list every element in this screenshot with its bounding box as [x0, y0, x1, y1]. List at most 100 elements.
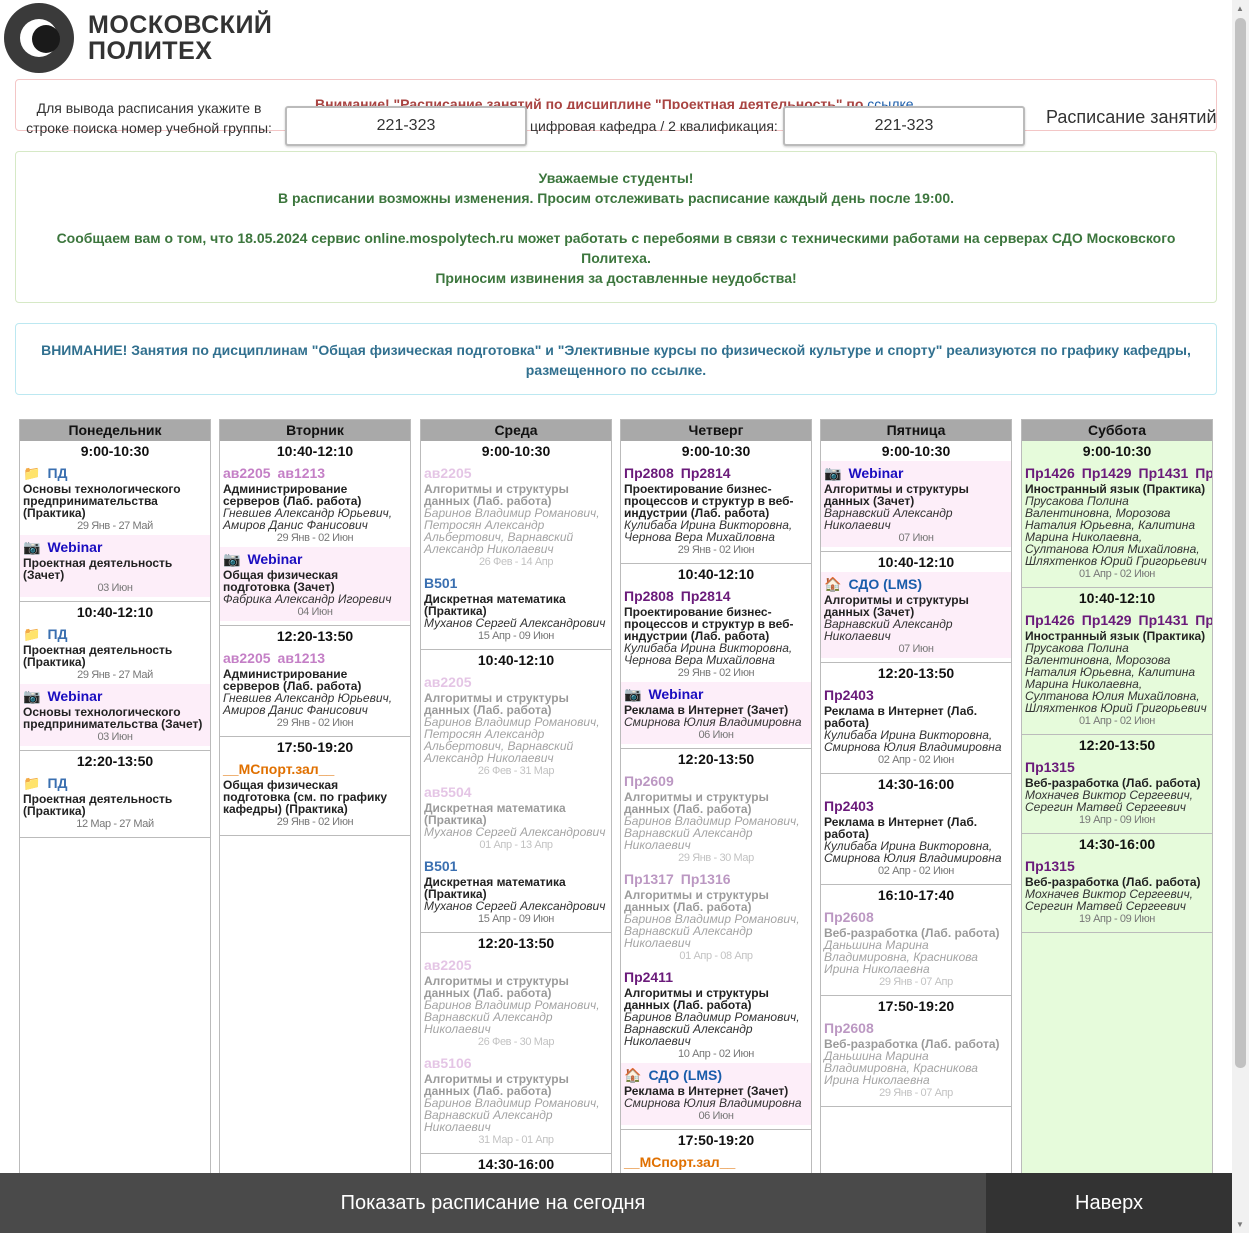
lesson-card[interactable]: Пр1426Пр1429Пр1431Пр2307Пр2308М3403Иност… [1022, 608, 1212, 730]
lesson-card[interactable]: ав5504 Дискретная математика (Практика) Му… [421, 780, 611, 854]
lesson-card[interactable]: __МСпорт.зал__Общая физическая подготовк… [220, 757, 410, 831]
room-label[interactable]: Пр1431 [1139, 612, 1189, 628]
room-label[interactable]: Webinar [247, 551, 302, 567]
notice-line1: Уважаемые студенты! [538, 170, 694, 186]
lesson-card[interactable]: ав2205 ав1213 Администрирование серверов (… [220, 461, 410, 547]
room-label[interactable]: Пр1429 [1082, 612, 1132, 628]
scrollbar[interactable]: ▲ ▼ [1232, 0, 1249, 1233]
room-label[interactable]: Пр2307 [1195, 465, 1212, 481]
lesson-card[interactable]: Пр1317 Пр1316 Алгоритмы и структуры данных… [621, 867, 811, 965]
room-label[interactable]: Пр1429 [1082, 465, 1132, 481]
lesson-card[interactable]: Пр1315 Веб-разработка (Лаб. работа) Мохнач… [1022, 755, 1212, 829]
room-label[interactable]: ПД [47, 775, 67, 791]
room-label[interactable]: Пр2608 [824, 909, 874, 925]
room-label[interactable]: B501 [424, 575, 457, 591]
room-label[interactable]: ав1213 [278, 465, 326, 481]
room-label[interactable]: Пр1426 [1025, 465, 1075, 481]
lesson-card[interactable]: Пр2808 Пр2814 Проектирование бизнес-процес… [621, 584, 811, 682]
lesson-subject: Алгоритмы и структуры данных (Зачет) [824, 593, 969, 619]
lesson-card[interactable]: 📁 ПД Основы технологического предпринимате… [20, 461, 210, 535]
room-label[interactable]: Пр1426 [1025, 612, 1075, 628]
room-label[interactable]: Пр2814 [681, 588, 731, 604]
lesson-card[interactable]: Пр2411 Алгоритмы и структуры данных (Лаб.… [621, 965, 811, 1063]
lesson-card[interactable]: B501 Дискретная математика (Практика) Муха… [421, 571, 611, 645]
room-label[interactable]: Пр1316 [681, 871, 731, 887]
camera-icon: 📷 [223, 551, 241, 567]
room-label[interactable]: ав2205 [424, 465, 472, 481]
lesson-card[interactable]: ав2205 ав1213 Администрирование серверов (… [220, 646, 410, 732]
room-label[interactable]: __МСпорт.зал__ [624, 1154, 735, 1170]
lesson-card[interactable]: ав2205 Алгоритмы и структуры данных (Лаб.… [421, 953, 611, 1051]
room-label[interactable]: ав2205 [223, 650, 271, 666]
lesson-card[interactable]: Пр2608 Веб-разработка (Лаб. работа) Даньши… [821, 905, 1011, 991]
room-label[interactable]: Пр2609 [624, 773, 674, 789]
room-label[interactable]: Пр2808 [624, 588, 674, 604]
show-today-button[interactable]: Показать расписание на сегодня [0, 1173, 986, 1233]
room-label[interactable]: Пр1315 [1025, 858, 1075, 874]
lesson-card[interactable]: 📷 Webinar Алгоритмы и структуры данных (За… [821, 461, 1011, 547]
logo-line2: ПОЛИТЕХ [88, 37, 213, 65]
lesson-teacher: Баринов Владимир Романович, Варнавский А… [624, 1010, 800, 1048]
room-label[interactable]: Webinar [47, 688, 102, 704]
lesson-card[interactable]: Пр2609 Алгоритмы и структуры данных (Лаб.… [621, 769, 811, 867]
room-label[interactable]: ав2205 [424, 957, 472, 973]
lesson-card[interactable]: ав2205 Алгоритмы и структуры данных (Лаб.… [421, 461, 611, 571]
lesson-card[interactable]: ав5106 Алгоритмы и структуры данных (Лаб.… [421, 1051, 611, 1149]
lesson-card[interactable]: 🏠 СДО (LMS) Алгоритмы и структуры данных (… [821, 572, 1011, 658]
lesson-card[interactable]: Пр1315 Веб-разработка (Лаб. работа) Мохнач… [1022, 854, 1212, 928]
room-label[interactable]: ав2205 [223, 465, 271, 481]
lesson-card[interactable]: 📷 Webinar Проектная деятельность (Зачет) 03… [20, 535, 210, 597]
room-label[interactable]: СДО (LMS) [848, 576, 922, 592]
digital-group-search-input[interactable] [783, 106, 1025, 146]
room-label[interactable]: Пр2411 [624, 969, 673, 985]
room-label[interactable]: ав1213 [278, 650, 326, 666]
lesson-dates: 26 Фев - 31 Мар [477, 765, 555, 777]
lesson-card[interactable]: 📷 Webinar Основы технологического предприн… [20, 684, 210, 746]
room-label[interactable]: Пр2403 [824, 798, 874, 814]
room-label[interactable]: Пр2808 [624, 465, 674, 481]
room-label[interactable]: __МСпорт.зал__ [223, 761, 334, 777]
room-label[interactable]: Пр1317 [624, 871, 674, 887]
lesson-card[interactable]: Пр2403 Реклама в Интернет (Лаб. работа) Ку… [821, 683, 1011, 769]
lesson-dates: 10 Апр - 02 Июн [677, 1048, 754, 1060]
room-label[interactable]: Webinar [848, 465, 903, 481]
room-label[interactable]: Пр2814 [681, 465, 731, 481]
room-label[interactable]: Webinar [648, 686, 703, 702]
group-search-input[interactable] [285, 106, 527, 146]
room-label[interactable]: Пр2307 [1195, 612, 1212, 628]
scroll-thumb[interactable] [1235, 18, 1246, 1068]
back-to-top-button[interactable]: Наверх [986, 1173, 1232, 1233]
room-label[interactable]: ав5106 [424, 1055, 472, 1071]
lesson-card[interactable]: 📷 Webinar Общая физическая подготовка (Зач… [220, 547, 410, 621]
lesson-card[interactable]: Пр2403 Реклама в Интернет (Лаб. работа) Ку… [821, 794, 1011, 880]
lesson-card[interactable]: Пр2608 Веб-разработка (Лаб. работа) Даньши… [821, 1016, 1011, 1102]
time-slot: 9:00-10:30 📷 Webinar Алгоритмы и структуры … [821, 441, 1011, 552]
lesson-card[interactable]: Пр1426Пр1429Пр1431Пр2307Пр2308М3403Иност… [1022, 461, 1212, 583]
room-label[interactable]: Пр2403 [824, 687, 874, 703]
lesson-card[interactable]: 📷 Webinar Реклама в Интернет (Зачет) Смирно… [621, 682, 811, 744]
room-label[interactable]: СДО (LMS) [648, 1067, 722, 1083]
room-label[interactable]: Webinar [47, 539, 102, 555]
lesson-card[interactable]: Пр2808 Пр2814 Проектирование бизнес-процес… [621, 461, 811, 559]
room-label[interactable]: Пр1431 [1139, 465, 1189, 481]
lesson-teacher: Даньшина Марина Владимировна, Красникова… [824, 938, 978, 976]
lesson-card[interactable]: 📁 ПД Проектная деятельность (Практика) 12 М… [20, 771, 210, 833]
room-label[interactable]: Пр2608 [824, 1020, 874, 1036]
slot-time: 12:20-13:50 [677, 751, 755, 767]
scroll-down-arrow-icon[interactable]: ▼ [1236, 1220, 1244, 1229]
room-label[interactable]: B501 [424, 858, 457, 874]
lesson-card[interactable]: 📁 ПД Проектная деятельность (Практика) 29 Я… [20, 622, 210, 684]
lesson-subject: Проектирование бизнес-процессов и структ… [624, 605, 794, 643]
lesson-card[interactable]: B501 Дискретная математика (Практика) Муха… [421, 854, 611, 928]
room-label[interactable]: ав2205 [424, 674, 472, 690]
lesson-card[interactable]: 🏠 СДО (LMS) Реклама в Интернет (Зачет) Смир… [621, 1063, 811, 1125]
room-label[interactable]: Пр1315 [1025, 759, 1075, 775]
room-label[interactable]: ав5504 [424, 784, 472, 800]
lesson-subject: Общая физическая подготовка (Зачет) [223, 568, 339, 594]
room-label[interactable]: ПД [47, 465, 67, 481]
room-label[interactable]: ПД [47, 626, 67, 642]
scroll-up-arrow-icon[interactable]: ▲ [1236, 4, 1244, 13]
search-hint: Для вывода расписания укажите в строке п… [26, 100, 272, 136]
lesson-card[interactable]: ав2205 Алгоритмы и структуры данных (Лаб.… [421, 670, 611, 780]
logo[interactable]: МОСКОВСКИЙ ПОЛИТЕХ [4, 2, 272, 74]
